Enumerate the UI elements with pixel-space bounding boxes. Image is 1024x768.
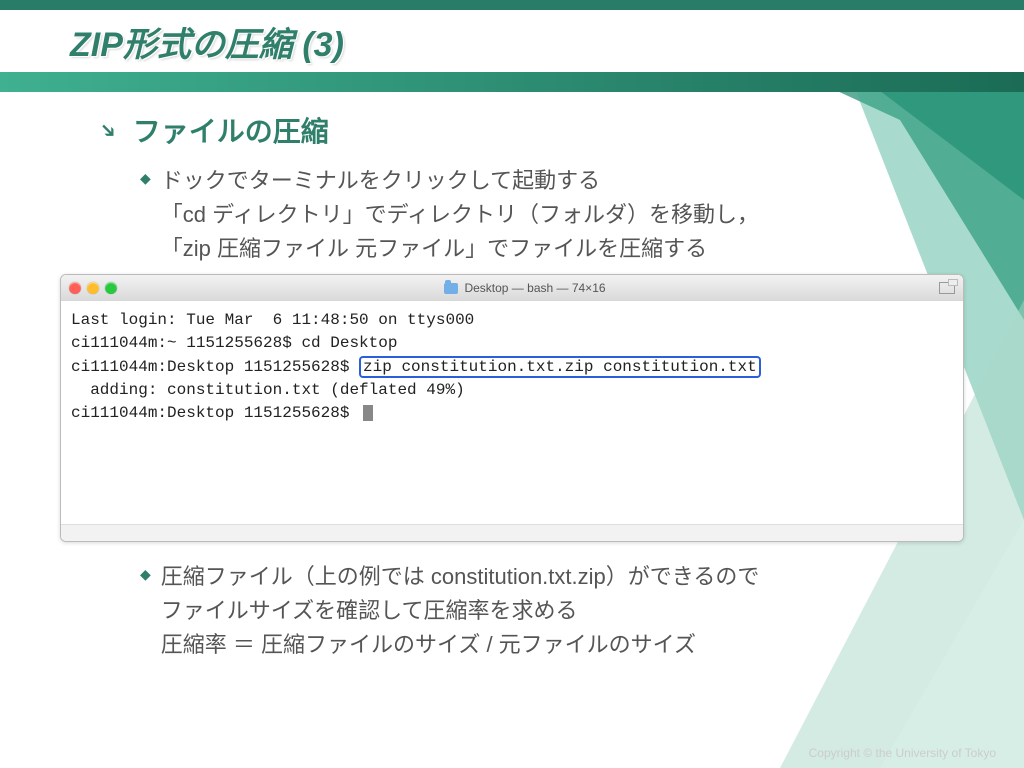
minimize-icon[interactable] (87, 282, 99, 294)
close-icon[interactable] (69, 282, 81, 294)
section-title: ファイルの圧縮 (133, 110, 329, 150)
zoom-icon[interactable] (105, 282, 117, 294)
folder-icon (444, 283, 458, 294)
bullet-text-line: 「zip 圧縮ファイル 元ファイル」でファイルを圧縮する (161, 236, 707, 261)
terminal-prompt: ci111044m:Desktop 1151255628$ (71, 404, 359, 422)
terminal-line: Last login: Tue Mar 6 11:48:50 on ttys00… (71, 311, 474, 329)
arrow-down-right-icon: ➔ (94, 115, 124, 145)
terminal-window: Desktop — bash — 74×16 Last login: Tue M… (60, 274, 964, 542)
bullet-text-line: 「cd ディレクトリ」でディレクトリ（フォルダ）を移動し， (161, 202, 759, 227)
copyright: Copyright © the University of Tokyo (809, 746, 996, 760)
bullet-item: ◆ ドックでターミナルをクリックして起動する 「cd ディレクトリ」でディレクト… (140, 164, 944, 266)
window-traffic-lights (69, 282, 117, 294)
terminal-statusbar (61, 524, 963, 541)
terminal-command: cd Desktop (301, 334, 397, 352)
diamond-icon: ◆ (140, 566, 151, 662)
terminal-prompt: ci111044m:~ 1151255628$ (71, 334, 301, 352)
expand-icon[interactable] (939, 282, 955, 294)
bullet-text-line: 圧縮ファイル（上の例では constitution.txt.zip）ができるので (161, 564, 760, 589)
terminal-titlebar: Desktop — bash — 74×16 (61, 275, 963, 301)
bullet-text-line: 圧縮率 ＝ 圧縮ファイルのサイズ / 元ファイルのサイズ (161, 632, 696, 657)
content: ➔ ファイルの圧縮 ◆ ドックでターミナルをクリックして起動する 「cd ディレ… (0, 0, 1024, 266)
terminal-prompt: ci111044m:Desktop 1151255628$ (71, 358, 359, 376)
terminal-title: Desktop — bash — 74×16 (464, 282, 605, 294)
section-heading: ➔ ファイルの圧縮 (100, 110, 944, 150)
bullet-text-line: ファイルサイズを確認して圧縮率を求める (161, 598, 578, 623)
bullet-item: ◆ 圧縮ファイル（上の例では constitution.txt.zip）ができる… (140, 560, 944, 662)
diamond-icon: ◆ (140, 170, 151, 266)
highlighted-command: zip constitution.txt.zip constitution.tx… (359, 356, 761, 378)
bullet-text-line: ドックでターミナルをクリックして起動する (161, 168, 600, 193)
cursor-icon (363, 405, 373, 421)
terminal-line: adding: constitution.txt (deflated 49%) (71, 381, 465, 399)
terminal-body[interactable]: Last login: Tue Mar 6 11:48:50 on ttys00… (61, 301, 963, 524)
